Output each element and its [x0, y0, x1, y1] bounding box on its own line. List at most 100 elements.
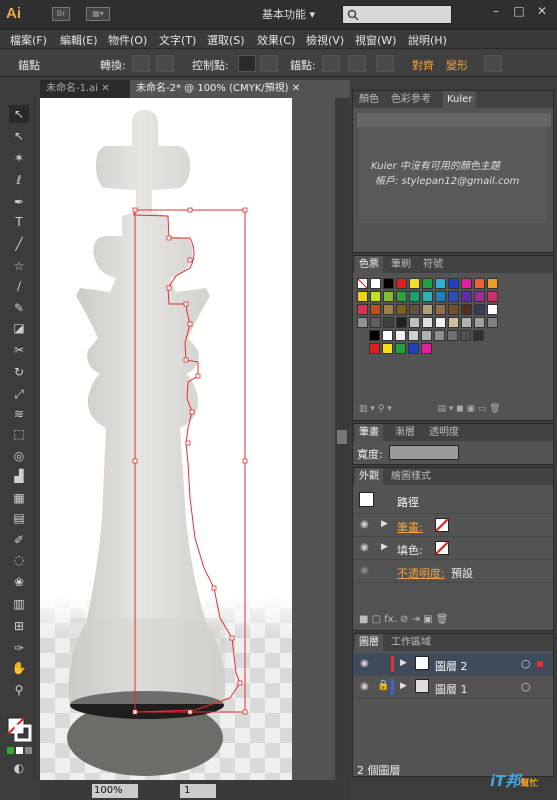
- layer-row[interactable]: ◉ ▶ 圖層 2 ○: [353, 653, 553, 676]
- page-field[interactable]: 1: [180, 784, 216, 798]
- swatch[interactable]: [396, 317, 407, 328]
- tab-swatches[interactable]: 色票: [355, 256, 383, 273]
- target-icon[interactable]: ○: [521, 680, 531, 693]
- stroke-weight-input[interactable]: [389, 445, 459, 460]
- convert-smooth-icon[interactable]: [156, 55, 174, 72]
- pen-tool-icon[interactable]: ✒: [9, 193, 29, 211]
- target-icon[interactable]: ○: [521, 657, 531, 670]
- expand-icon[interactable]: ▶: [400, 658, 407, 668]
- menu-help[interactable]: 說明(H): [408, 32, 447, 48]
- swatch[interactable]: [447, 330, 458, 341]
- blend-tool-icon[interactable]: ◌: [9, 551, 29, 569]
- line-tool-icon[interactable]: ╱: [9, 235, 29, 253]
- symbol-sprayer-tool-icon[interactable]: ❀: [9, 573, 29, 591]
- perspective-grid-tool-icon[interactable]: ▟: [9, 467, 29, 485]
- swatch[interactable]: [421, 330, 432, 341]
- expand-icon[interactable]: ▶: [381, 519, 388, 529]
- tab-transparency[interactable]: 透明度: [425, 424, 463, 441]
- swatch[interactable]: [435, 304, 446, 315]
- swatch[interactable]: [461, 317, 472, 328]
- tab-layers[interactable]: 圖層: [355, 634, 383, 651]
- fill-stroke-icon[interactable]: [7, 717, 33, 743]
- menu-type[interactable]: 文字(T): [159, 32, 196, 48]
- connect-anchor-icon[interactable]: [348, 55, 366, 72]
- show-handles-icon[interactable]: [238, 55, 256, 72]
- swatch[interactable]: [474, 278, 485, 289]
- swatch[interactable]: [435, 291, 446, 302]
- tab-artboards[interactable]: 工作區域: [387, 634, 435, 651]
- swatch[interactable]: [435, 317, 446, 328]
- lock-icon[interactable]: 🔒: [377, 680, 389, 691]
- scroll-thumb[interactable]: [337, 430, 347, 444]
- appearance-fill-row[interactable]: ◉ ▶ 填色:: [353, 537, 553, 560]
- swatch[interactable]: [409, 317, 420, 328]
- swatch[interactable]: [422, 291, 433, 302]
- maximize-button[interactable]: □: [509, 2, 529, 20]
- expand-icon[interactable]: ▶: [400, 681, 407, 691]
- swatch[interactable]: [382, 330, 393, 341]
- swatch[interactable]: [383, 317, 394, 328]
- swatch[interactable]: [383, 278, 394, 289]
- menu-select[interactable]: 選取(S): [207, 32, 245, 48]
- eyedropper-tool-icon[interactable]: ✐: [9, 531, 29, 549]
- layer-name[interactable]: 圖層 2: [435, 658, 468, 674]
- expand-icon[interactable]: ▶: [381, 542, 388, 552]
- kuler-search-input[interactable]: [357, 113, 551, 127]
- close-tab-icon[interactable]: ✕: [101, 83, 109, 94]
- scale-tool-icon[interactable]: ⤢: [9, 385, 29, 403]
- minimize-button[interactable]: –: [486, 2, 506, 20]
- swatch[interactable]: [461, 304, 472, 315]
- stroke-none-swatch-icon[interactable]: [435, 518, 449, 532]
- swatch[interactable]: [383, 291, 394, 302]
- tab-doc-2[interactable]: 未命名-2* @ 100% (CMYK/預視) ✕: [130, 80, 350, 98]
- tab-stroke[interactable]: 筆畫: [355, 424, 383, 441]
- eye-icon[interactable]: ◉: [360, 519, 369, 530]
- swatch[interactable]: [474, 317, 485, 328]
- tab-color[interactable]: 顏色: [355, 91, 383, 108]
- swatch[interactable]: [460, 330, 471, 341]
- swatch[interactable]: [357, 278, 368, 289]
- direct-selection-tool-icon[interactable]: ↖: [9, 127, 29, 145]
- tab-kuler[interactable]: Kuler: [443, 91, 477, 108]
- menu-window[interactable]: 視窗(W): [355, 32, 396, 48]
- swatch[interactable]: [383, 304, 394, 315]
- swatch[interactable]: [408, 343, 419, 354]
- swatch[interactable]: [435, 278, 446, 289]
- eye-icon[interactable]: ◉: [360, 658, 369, 669]
- swatch[interactable]: [370, 278, 381, 289]
- remove-anchor-icon[interactable]: [322, 55, 340, 72]
- menu-file[interactable]: 檔案(F): [10, 32, 47, 48]
- swatch[interactable]: [461, 291, 472, 302]
- eye-icon[interactable]: ◉: [360, 681, 369, 692]
- layer-row[interactable]: ◉ 🔒 ▶ 圖層 1 ○: [353, 676, 553, 699]
- color-mode-icon[interactable]: [7, 747, 33, 755]
- swatch[interactable]: [422, 317, 433, 328]
- arrange-documents-icon[interactable]: ▦▾: [86, 7, 110, 21]
- transform-link[interactable]: 變形: [446, 57, 468, 73]
- swatch[interactable]: [396, 278, 407, 289]
- mesh-tool-icon[interactable]: ▦: [9, 489, 29, 507]
- swatch[interactable]: [473, 330, 484, 341]
- vertical-scrollbar[interactable]: [335, 98, 349, 780]
- layer-name[interactable]: 圖層 1: [435, 681, 468, 697]
- eye-icon[interactable]: ◉: [360, 542, 369, 553]
- tab-brushes[interactable]: 筆刷: [387, 256, 415, 273]
- cut-path-icon[interactable]: [376, 55, 394, 72]
- swatch-toolbar-icons[interactable]: ▥ ▾ ⚲ ▾ ▤ ▾ ◼ ▣ ▭ 🗑: [359, 404, 501, 414]
- zoom-tool-icon[interactable]: ⚲: [9, 681, 29, 699]
- tab-gradient[interactable]: 漸層: [391, 424, 419, 441]
- scissors-tool-icon[interactable]: ✂: [9, 341, 29, 359]
- swatch[interactable]: [448, 291, 459, 302]
- swatch[interactable]: [409, 304, 420, 315]
- hide-handles-icon[interactable]: [260, 55, 278, 72]
- align-link[interactable]: 對齊: [412, 57, 434, 73]
- artboard[interactable]: [40, 98, 292, 780]
- swatch[interactable]: [370, 291, 381, 302]
- swatch[interactable]: [421, 343, 432, 354]
- swatch[interactable]: [395, 330, 406, 341]
- shape-builder-tool-icon[interactable]: ◎: [9, 447, 29, 465]
- fill-none-swatch-icon[interactable]: [435, 541, 449, 555]
- swatch[interactable]: [487, 278, 498, 289]
- bridge-icon[interactable]: Br: [52, 7, 70, 21]
- appearance-opacity-row[interactable]: ◉ 不透明度: 預設: [353, 560, 553, 583]
